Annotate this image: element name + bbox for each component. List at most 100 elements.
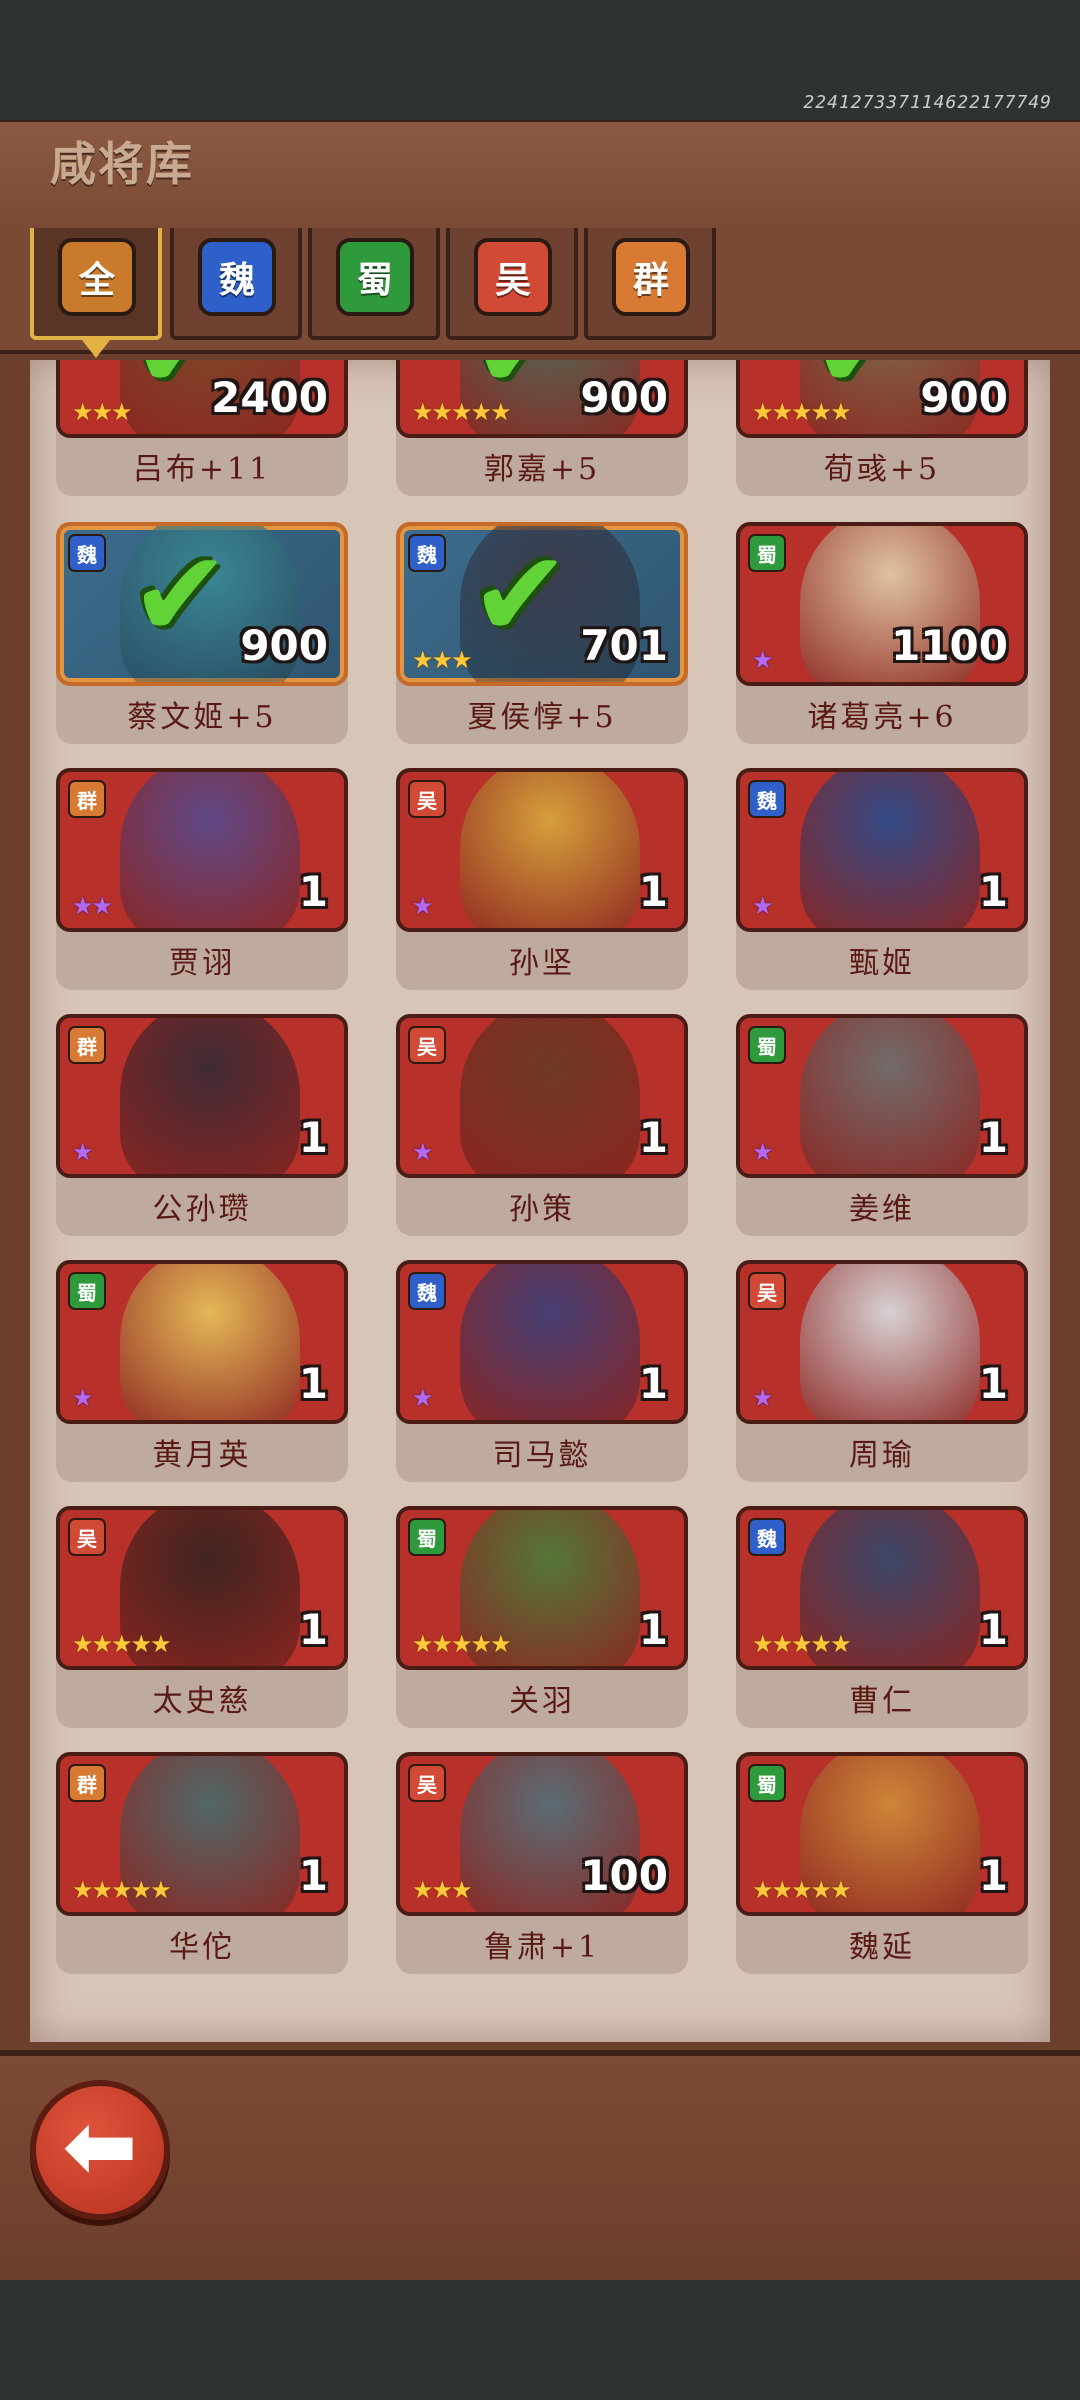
hero-name: 黄月英 bbox=[152, 1438, 252, 1473]
hero-art bbox=[460, 772, 640, 928]
tab-2[interactable]: 蜀 bbox=[308, 228, 440, 340]
hero-card[interactable]: 蜀 ★ 1100 诸葛亮+6 bbox=[736, 522, 1028, 744]
star-rating-icon: ★ bbox=[752, 1384, 773, 1412]
hero-name: 甄姬 bbox=[849, 946, 915, 981]
star-rating-icon: ★★★★★ bbox=[72, 1876, 172, 1904]
hero-card[interactable]: 吴 ★★★ 100 鲁肃+1 bbox=[396, 1752, 688, 1974]
hero-card[interactable]: ✔★★★★★900郭嘉+5 bbox=[396, 360, 688, 496]
hero-count: 1 bbox=[978, 1359, 1008, 1408]
hero-portrait: 魏 ★ 1 bbox=[736, 768, 1028, 932]
hero-portrait: 蜀 ★ 1100 bbox=[736, 522, 1028, 686]
hero-name: 孙策 bbox=[509, 1192, 575, 1227]
hero-count: 1 bbox=[298, 867, 328, 916]
hero-portrait: 蜀 ★ 1 bbox=[736, 1014, 1028, 1178]
hero-card[interactable]: 蜀 ★ 1 姜维 bbox=[736, 1014, 1028, 1236]
hero-card[interactable]: 群 ★ 1 公孙瓒 bbox=[56, 1014, 348, 1236]
hero-name: 公孙瓒 bbox=[152, 1192, 252, 1227]
hero-name: 魏延 bbox=[849, 1930, 915, 1965]
star-rating-icon: ★★★★★ bbox=[752, 398, 852, 426]
hero-portrait: 吴 ★ 1 bbox=[396, 768, 688, 932]
hero-count: 1 bbox=[638, 1113, 668, 1162]
hero-card[interactable]: ✔★★★2400吕布+11 bbox=[56, 360, 348, 496]
hero-count: 1 bbox=[298, 1359, 328, 1408]
hero-card[interactable]: 吴 ★★★★★ 1 太史慈 bbox=[56, 1506, 348, 1728]
hero-card[interactable]: 吴 ★ 1 孙坚 bbox=[396, 768, 688, 990]
page-title: 咸将库 bbox=[50, 137, 194, 191]
star-rating-icon: ★ bbox=[752, 1138, 773, 1166]
faction-badge: 吴 bbox=[408, 780, 446, 818]
back-button[interactable]: ⬅ bbox=[30, 2080, 170, 2220]
tab-1[interactable]: 魏 bbox=[170, 228, 302, 340]
star-rating-icon: ★ bbox=[752, 646, 773, 674]
hero-name: 吕布+11 bbox=[132, 452, 272, 487]
hero-portrait: ✔★★★★★900 bbox=[736, 360, 1028, 438]
faction-badge: 蜀 bbox=[68, 1272, 106, 1310]
hero-name: 姜维 bbox=[849, 1192, 915, 1227]
hero-portrait: 魏 ★★★★★ 1 bbox=[736, 1506, 1028, 1670]
faction-badge: 蜀 bbox=[748, 534, 786, 572]
hero-art bbox=[800, 772, 980, 928]
hero-name: 贾诩 bbox=[169, 946, 235, 981]
hero-count: 100 bbox=[580, 1851, 668, 1900]
hero-card[interactable]: 魏 ★★★★★ 1 曹仁 bbox=[736, 1506, 1028, 1728]
faction-badge: 吴 bbox=[68, 1518, 106, 1556]
hero-card[interactable]: 群 ★★★★★ 1 华佗 bbox=[56, 1752, 348, 1974]
tab-label: 全 bbox=[58, 238, 136, 316]
star-rating-icon: ★★★ bbox=[72, 398, 133, 426]
hero-count: 1 bbox=[298, 1605, 328, 1654]
tab-label: 魏 bbox=[198, 238, 276, 316]
faction-badge: 魏 bbox=[408, 534, 446, 572]
hero-art bbox=[800, 1018, 980, 1174]
hero-count: 1 bbox=[298, 1113, 328, 1162]
hero-name: 蔡文姬+5 bbox=[127, 700, 277, 735]
faction-badge: 群 bbox=[68, 780, 106, 818]
user-id-label: 224127337114622177749 bbox=[803, 92, 1052, 113]
star-rating-icon: ★★★★★ bbox=[412, 398, 512, 426]
hero-card[interactable]: 蜀 ★★★★★ 1 魏延 bbox=[736, 1752, 1028, 1974]
hero-portrait: 魏 ✔ 900 bbox=[56, 522, 348, 686]
hero-portrait: 吴 ★★★★★ 1 bbox=[56, 1506, 348, 1670]
star-rating-icon: ★ bbox=[72, 1138, 93, 1166]
hero-card[interactable]: 吴 ★ 1 孙策 bbox=[396, 1014, 688, 1236]
hero-portrait: 蜀 ★ 1 bbox=[56, 1260, 348, 1424]
faction-badge: 魏 bbox=[748, 780, 786, 818]
hero-count: 1 bbox=[978, 867, 1008, 916]
hero-card[interactable]: 魏 ★ 1 甄姬 bbox=[736, 768, 1028, 990]
faction-badge: 魏 bbox=[408, 1272, 446, 1310]
hero-card[interactable]: 魏 ★ 1 司马懿 bbox=[396, 1260, 688, 1482]
tab-label: 吴 bbox=[474, 238, 552, 316]
hero-list[interactable]: ✔★★★2400吕布+11 ✔★★★★★900郭嘉+5 ✔★★★★★900荀彧+5 魏… bbox=[30, 360, 1050, 2042]
tab-4[interactable]: 群 bbox=[584, 228, 716, 340]
star-rating-icon: ★★ bbox=[72, 892, 113, 920]
hero-art bbox=[120, 1264, 300, 1420]
tab-3[interactable]: 吴 bbox=[446, 228, 578, 340]
hero-count: 1 bbox=[298, 1851, 328, 1900]
star-rating-icon: ★ bbox=[412, 1138, 433, 1166]
tab-0[interactable]: 全 bbox=[30, 228, 162, 358]
star-rating-icon: ★★★ bbox=[412, 1876, 473, 1904]
hero-portrait: 吴 ★ 1 bbox=[396, 1014, 688, 1178]
faction-badge: 魏 bbox=[748, 1518, 786, 1556]
hero-card[interactable]: 群 ★★ 1 贾诩 bbox=[56, 768, 348, 990]
hero-name: 孙坚 bbox=[509, 946, 575, 981]
hero-card[interactable]: 蜀 ★★★★★ 1 关羽 bbox=[396, 1506, 688, 1728]
hero-portrait: 魏 ★ 1 bbox=[396, 1260, 688, 1424]
faction-badge: 群 bbox=[68, 1764, 106, 1802]
hero-art bbox=[800, 1264, 980, 1420]
hero-card[interactable]: 吴 ★ 1 周瑜 bbox=[736, 1260, 1028, 1482]
hero-card[interactable]: 魏 ✔ 900 蔡文姬+5 bbox=[56, 522, 348, 744]
star-rating-icon: ★ bbox=[752, 892, 773, 920]
hero-portrait: 吴 ★★★ 100 bbox=[396, 1752, 688, 1916]
hero-name: 夏侯惇+5 bbox=[467, 700, 617, 735]
hero-card[interactable]: ✔★★★★★900荀彧+5 bbox=[736, 360, 1028, 496]
hero-portrait: 群 ★★★★★ 1 bbox=[56, 1752, 348, 1916]
hero-portrait: 魏 ✔ ★★★ 701 bbox=[396, 522, 688, 686]
hero-card[interactable]: 蜀 ★ 1 黄月英 bbox=[56, 1260, 348, 1482]
hero-name: 太史慈 bbox=[152, 1684, 252, 1719]
star-rating-icon: ★ bbox=[412, 1384, 433, 1412]
hero-count: 1 bbox=[978, 1605, 1008, 1654]
tab-label: 蜀 bbox=[336, 238, 414, 316]
hero-card[interactable]: 魏 ✔ ★★★ 701 夏侯惇+5 bbox=[396, 522, 688, 744]
back-arrow-icon: ⬅ bbox=[62, 2094, 138, 2199]
check-icon: ✔ bbox=[130, 526, 231, 665]
